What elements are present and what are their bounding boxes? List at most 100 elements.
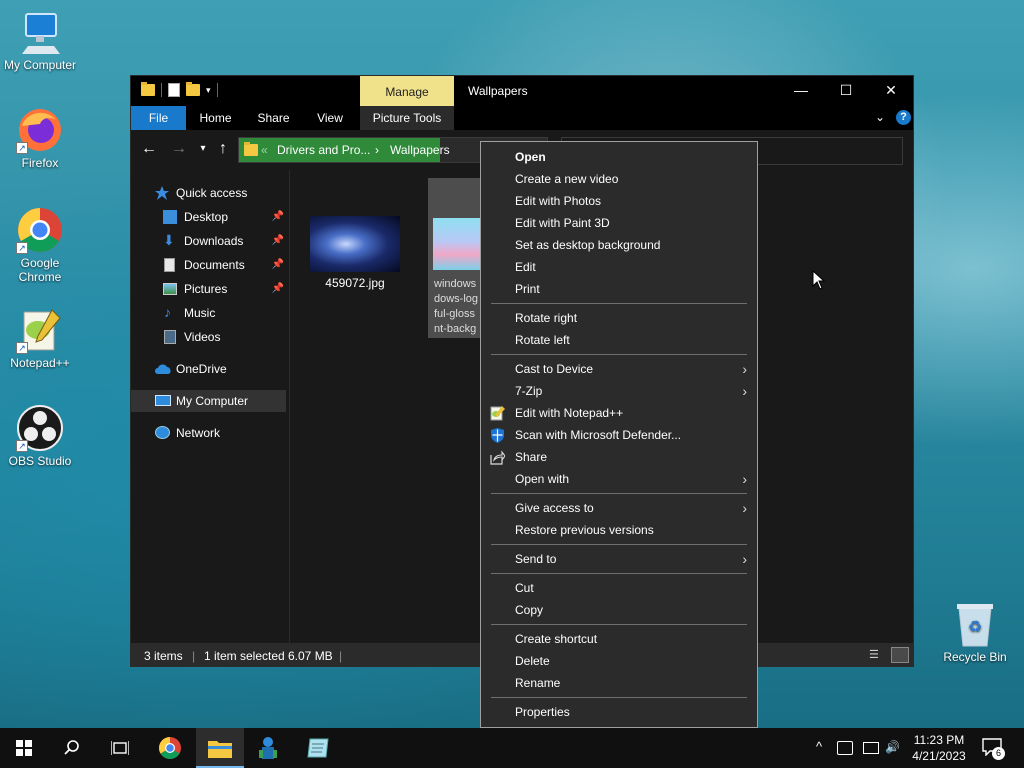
nav-item-network[interactable]: Network [131, 422, 286, 444]
security-tray-icon[interactable] [837, 741, 853, 755]
nav-item-onedrive[interactable]: OneDrive [131, 358, 286, 380]
expand-ribbon-icon[interactable]: ⌄ [875, 110, 885, 124]
menu-item-give-access-to[interactable]: Give access to › [481, 497, 757, 519]
details-view-icon[interactable]: ☰ [869, 648, 883, 662]
menu-item-7-zip[interactable]: 7-Zip › [481, 380, 757, 402]
menu-item-send-to[interactable]: Send to › [481, 548, 757, 570]
search-button[interactable] [48, 728, 96, 768]
task-view-button[interactable] [96, 728, 144, 768]
menu-item-set-as-desktop-background[interactable]: Set as desktop background [481, 234, 757, 256]
menu-item-edit-with-notepad[interactable]: Edit with Notepad++ [481, 402, 757, 424]
volume-icon[interactable]: 🔊 [885, 740, 900, 754]
menu-item-print[interactable]: Print [481, 278, 757, 300]
menu-item-share[interactable]: Share [481, 446, 757, 468]
tab-share[interactable]: Share [251, 106, 296, 130]
taskbar: ^ 🔊 11:23 PM 4/21/2023 6 [0, 728, 1024, 768]
maximize-button[interactable]: ☐ [823, 76, 869, 106]
desktop-icon-my-computer[interactable]: My Computer [0, 8, 80, 72]
desktop-folder-icon [163, 210, 177, 224]
file-item-selected[interactable]: windows dows-log ful-gloss nt-backg [428, 178, 482, 338]
properties-icon[interactable] [168, 83, 180, 97]
menu-separator [491, 354, 747, 355]
breadcrumb-drivers[interactable]: Drivers and Pro... [277, 143, 370, 157]
close-button[interactable]: ✕ [868, 76, 914, 106]
taskbar-notepad-app[interactable] [294, 728, 342, 768]
up-arrow-icon[interactable]: ↑ [213, 141, 233, 157]
help-icon[interactable]: ? [896, 110, 911, 125]
new-folder-icon[interactable] [186, 82, 200, 96]
navigation-pane: Quick access Desktop 📌 ⬇ Downloads 📌 Doc… [131, 170, 289, 643]
taskbar-network-app[interactable] [244, 728, 292, 768]
minimize-button[interactable]: — [778, 76, 824, 106]
clock[interactable]: 11:23 PM 4/21/2023 [908, 732, 970, 764]
menu-item-rotate-right[interactable]: Rotate right [481, 307, 757, 329]
forward-arrow-icon[interactable]: → [169, 141, 189, 157]
menu-item-label: Edit with Notepad++ [515, 406, 624, 420]
menu-item-edit-with-paint-3d[interactable]: Edit with Paint 3D [481, 212, 757, 234]
menu-item-edit-with-photos[interactable]: Edit with Photos [481, 190, 757, 212]
desktop-icon-chrome[interactable]: ↗ Google Chrome [0, 206, 80, 284]
large-icons-view-icon[interactable] [891, 647, 909, 663]
tab-file[interactable]: File [131, 106, 186, 130]
desktop-icon-recycle-bin[interactable]: ♻ Recycle Bin [938, 602, 1012, 664]
menu-item-create-a-new-video[interactable]: Create a new video [481, 168, 757, 190]
pin-icon[interactable]: 📌 [272, 206, 284, 228]
breadcrumb-wallpapers[interactable]: Wallpapers [390, 143, 450, 157]
menu-item-restore-previous-versions[interactable]: Restore previous versions [481, 519, 757, 541]
menu-item-rotate-left[interactable]: Rotate left [481, 329, 757, 351]
taskbar-chrome[interactable] [146, 728, 194, 768]
network-tray-icon[interactable] [863, 742, 879, 754]
file-name: 459072.jpg [325, 276, 385, 290]
nav-item-pictures[interactable]: Pictures 📌 [131, 278, 286, 300]
mouse-cursor-icon [812, 270, 826, 290]
pin-icon[interactable]: 📌 [272, 230, 284, 252]
recent-locations-chevron-icon[interactable]: ▾ [193, 141, 213, 157]
tab-manage[interactable]: Manage [360, 76, 454, 106]
tab-picture-tools[interactable]: Picture Tools [360, 106, 454, 130]
nav-item-quick-access[interactable]: Quick access [131, 182, 286, 204]
menu-item-rename[interactable]: Rename [481, 672, 757, 694]
menu-item-label: Delete [515, 654, 550, 668]
menu-item-open-with[interactable]: Open with › [481, 468, 757, 490]
desktop-icon-label: Firefox [21, 156, 59, 170]
desktop-icon-notepadpp[interactable]: ↗ Notepad++ [0, 306, 80, 370]
menu-item-open[interactable]: Open [481, 146, 757, 168]
menu-item-create-shortcut[interactable]: Create shortcut [481, 628, 757, 650]
start-button[interactable] [0, 728, 48, 768]
show-hidden-icons-chevron-icon[interactable]: ^ [816, 739, 822, 754]
nav-item-music[interactable]: ♪ Music [131, 302, 286, 324]
tab-home[interactable]: Home [193, 106, 238, 130]
overflow-chevron-icon[interactable]: « [261, 143, 268, 157]
menu-item-cut[interactable]: Cut [481, 577, 757, 599]
nav-item-videos[interactable]: Videos [131, 326, 286, 348]
taskbar-file-explorer[interactable] [196, 728, 244, 768]
obs-icon: ↗ [16, 404, 64, 452]
menu-item-copy[interactable]: Copy [481, 599, 757, 621]
nav-item-desktop[interactable]: Desktop 📌 [131, 206, 286, 228]
menu-item-edit[interactable]: Edit [481, 256, 757, 278]
menu-item-scan-with-microsoft-defender[interactable]: Scan with Microsoft Defender... [481, 424, 757, 446]
pin-icon[interactable]: 📌 [272, 278, 284, 300]
window-title: Wallpapers [468, 84, 528, 98]
pin-icon[interactable]: 📌 [272, 254, 284, 276]
submenu-chevron-icon: › [742, 471, 747, 487]
desktop-icon-firefox[interactable]: ↗ Firefox [0, 106, 80, 170]
menu-separator [491, 544, 747, 545]
shortcut-arrow-icon: ↗ [16, 440, 28, 452]
desktop-icon-obs[interactable]: ↗ OBS Studio [0, 404, 80, 468]
action-center-button[interactable]: 6 [982, 738, 1005, 760]
desktop-icon-label: Google Chrome [18, 256, 62, 284]
back-arrow-icon[interactable]: ← [139, 141, 159, 157]
shortcut-arrow-icon: ↗ [16, 342, 28, 354]
file-item[interactable]: 459072.jpg [310, 216, 400, 290]
menu-separator [491, 303, 747, 304]
chevron-down-icon[interactable]: ▾ [206, 85, 211, 96]
tab-view[interactable]: View [309, 106, 351, 130]
nav-item-my-computer[interactable]: My Computer [131, 390, 286, 412]
menu-item-delete[interactable]: Delete [481, 650, 757, 672]
nav-item-downloads[interactable]: ⬇ Downloads 📌 [131, 230, 286, 252]
share-icon [490, 450, 506, 465]
menu-item-properties[interactable]: Properties [481, 701, 757, 723]
menu-item-cast-to-device[interactable]: Cast to Device › [481, 358, 757, 380]
nav-item-documents[interactable]: Documents 📌 [131, 254, 286, 276]
